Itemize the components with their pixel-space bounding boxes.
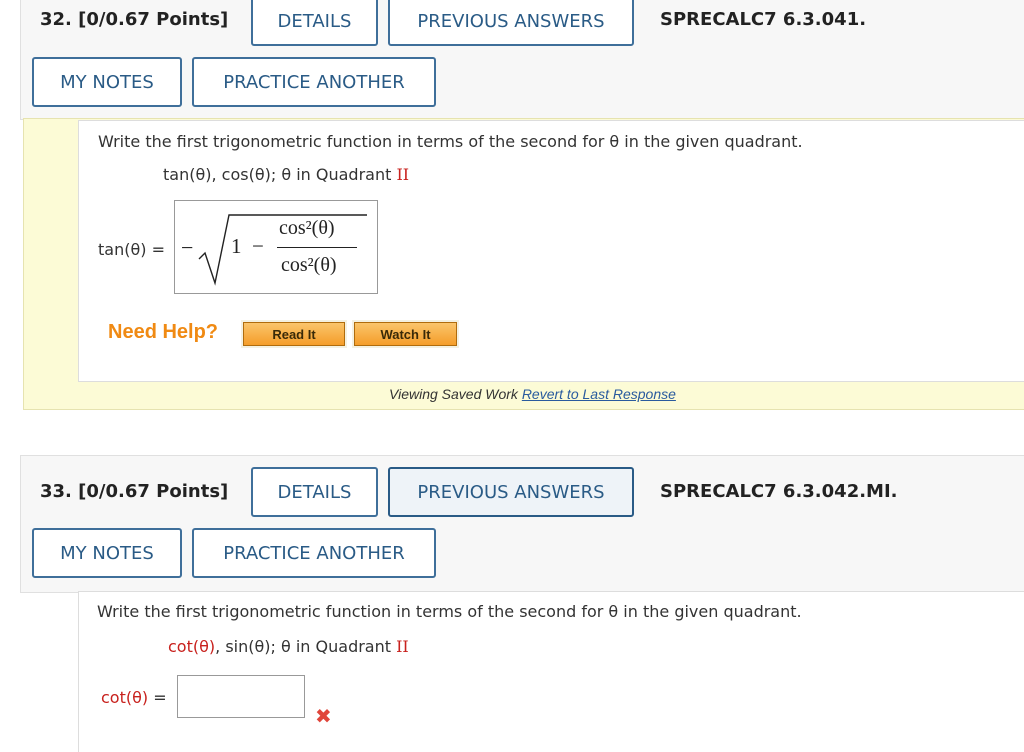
q33-practice-another-button[interactable]: PRACTICE ANOTHER <box>192 528 436 578</box>
q32-need-help: Need Help? <box>108 321 219 343</box>
q33-details-label: DETAILS <box>277 481 352 503</box>
q33-subprompt: cot(θ), sin(θ); θ in Quadrant II <box>168 637 409 656</box>
q33-sub-func1: cot(θ) <box>168 637 216 656</box>
q32-details-label: DETAILS <box>277 10 352 32</box>
q33-answer-label: cot(θ) = <box>101 688 167 707</box>
q32-source: SPRECALC7 6.3.041. <box>660 9 867 30</box>
q33-my-notes-label: MY NOTES <box>60 542 154 564</box>
q32-read-it-label: Read It <box>272 326 316 342</box>
q32-previous-answers-label: PREVIOUS ANSWERS <box>417 10 605 32</box>
q32-answer-denominator: cos²(θ) <box>281 254 337 276</box>
q32-read-it-button[interactable]: Read It <box>241 320 347 348</box>
q32-points: [0/0.67 Points] <box>78 9 229 30</box>
q32-practice-another-button[interactable]: PRACTICE ANOTHER <box>192 57 436 107</box>
q32-details-button[interactable]: DETAILS <box>251 0 378 46</box>
q33-my-notes-button[interactable]: MY NOTES <box>32 528 182 578</box>
q32-my-notes-label: MY NOTES <box>60 71 154 93</box>
q32-fraction-bar <box>277 247 357 248</box>
q33-answer-field[interactable] <box>177 675 305 718</box>
q33-incorrect-icon: ✖ <box>315 704 332 728</box>
q33-number-points: 33. [0/0.67 Points] <box>40 481 228 502</box>
q33-previous-answers-label: PREVIOUS ANSWERS <box>417 481 605 503</box>
q32-number: 32. <box>40 9 72 30</box>
q33-points: [0/0.67 Points] <box>78 481 229 502</box>
q32-watch-it-label: Watch It <box>380 326 431 342</box>
q32-saved-text: Viewing Saved Work <box>389 386 518 402</box>
q32-answer-field[interactable]: − 1 − cos²(θ) cos²(θ) <box>174 200 378 294</box>
q32-watch-it-button[interactable]: Watch It <box>352 320 459 348</box>
q33-practice-another-label: PRACTICE ANOTHER <box>223 542 405 564</box>
q33-details-button[interactable]: DETAILS <box>251 467 378 517</box>
q32-answer-label: tan(θ) = <box>98 240 165 259</box>
q32-number-points: 32. [0/0.67 Points] <box>40 9 228 30</box>
q33-previous-answers-button[interactable]: PREVIOUS ANSWERS <box>388 467 634 517</box>
q33-answer-label-eq: = <box>148 688 167 707</box>
q32-answer-one: 1 <box>231 234 242 258</box>
q32-answer-minus: − <box>252 234 264 258</box>
q32-my-notes-button[interactable]: MY NOTES <box>32 57 182 107</box>
q32-quadrant: II <box>396 165 410 184</box>
q33-source: SPRECALC7 6.3.042.MI. <box>660 481 898 502</box>
q32-prompt: Write the first trigonometric function i… <box>98 132 803 151</box>
q32-revert-link[interactable]: Revert to Last Response <box>522 386 676 402</box>
q32-sub-funcs: tan(θ), cos(θ); θ in Quadrant <box>163 165 397 184</box>
q33-quadrant: II <box>396 637 409 656</box>
q33-sub-rest: , sin(θ); θ in Quadrant <box>215 637 397 656</box>
q32-practice-another-label: PRACTICE ANOTHER <box>223 71 405 93</box>
q33-answer-label-func: cot(θ) <box>101 688 149 707</box>
q32-previous-answers-button[interactable]: PREVIOUS ANSWERS <box>388 0 634 46</box>
q32-answer-numerator: cos²(θ) <box>279 217 335 239</box>
q32-subprompt: tan(θ), cos(θ); θ in Quadrant II <box>163 165 409 184</box>
q32-saved-work-notice: Viewing Saved Work Revert to Last Respon… <box>389 386 676 402</box>
q33-prompt: Write the first trigonometric function i… <box>97 602 802 621</box>
q33-number: 33. <box>40 481 72 502</box>
q32-answer-sign: − <box>181 235 194 260</box>
